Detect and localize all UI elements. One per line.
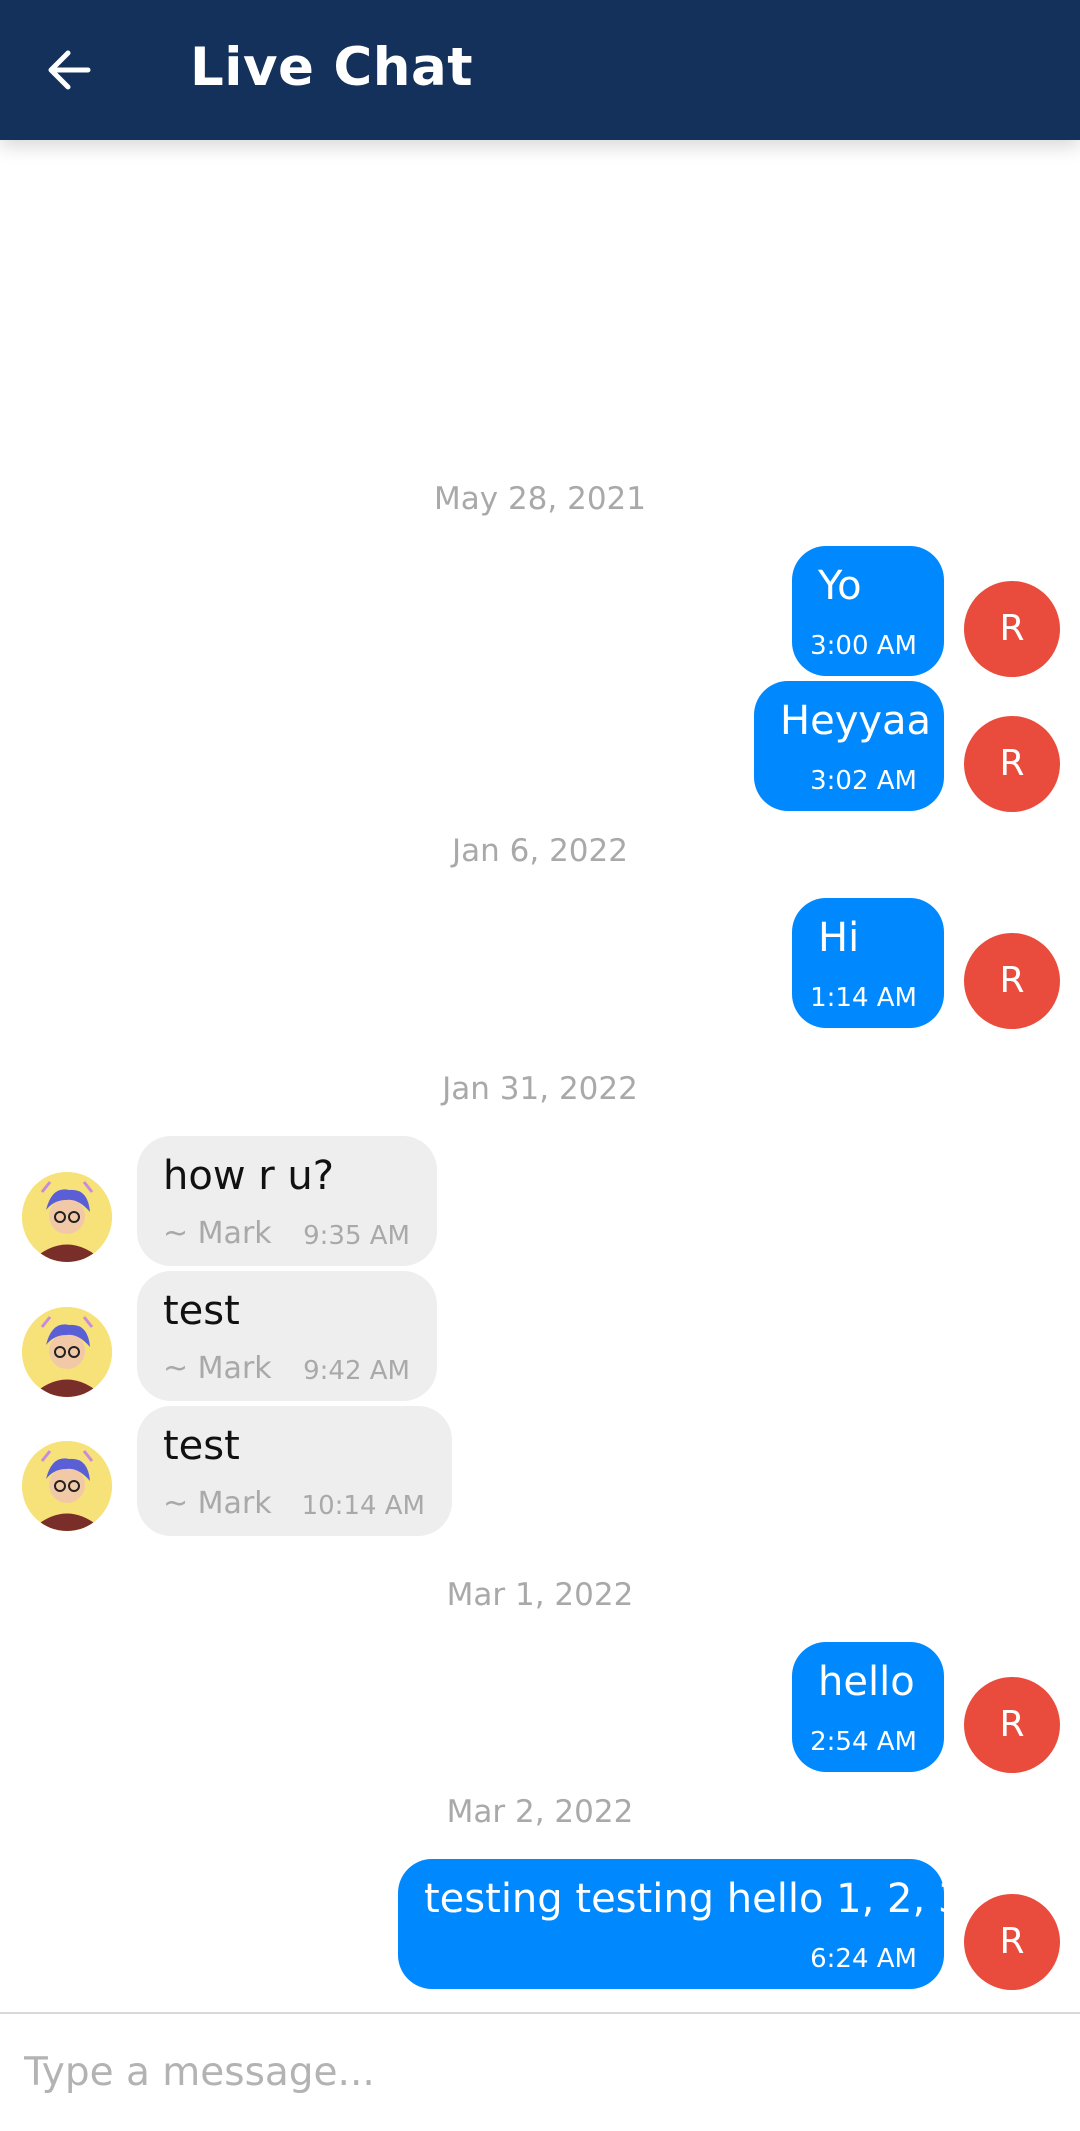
date-separator: Jan 31, 2022 [442, 1071, 638, 1107]
date-separator: Jan 6, 2022 [452, 833, 628, 869]
avatar[interactable]: R [964, 1894, 1060, 1990]
message-time: 10:14 AM [301, 1491, 425, 1521]
arrow-left-icon [48, 50, 91, 90]
message-input[interactable] [24, 2036, 1044, 2108]
message-bubble-outgoing[interactable]: Hi 1:14 AM [792, 898, 944, 1028]
page-title: Live Chat [190, 37, 474, 98]
avatar[interactable]: R [964, 933, 1060, 1029]
user-avatar-icon [22, 1441, 112, 1531]
message-text: Hi [818, 915, 860, 961]
message-bubble-outgoing[interactable]: hello 2:54 AM [792, 1642, 944, 1772]
message-text: testing testing hello 1, 2, 3 [424, 1876, 964, 1922]
avatar[interactable] [22, 1307, 112, 1397]
message-text: test [163, 1423, 240, 1469]
message-list[interactable]: May 28, 2021 Yo 3:00 AM R Heyyaa 3:02 AM… [0, 140, 1080, 2012]
message-time: 3:00 AM [810, 631, 917, 661]
avatar[interactable] [22, 1172, 112, 1262]
app-bar: Live Chat [0, 0, 1080, 140]
message-bubble-outgoing[interactable]: testing testing hello 1, 2, 3 6:24 AM [398, 1859, 963, 1989]
message-bubble-incoming[interactable]: test ~ Mark 9:42 AM [137, 1271, 437, 1401]
avatar[interactable] [22, 1441, 112, 1531]
message-time: 6:24 AM [810, 1944, 917, 1974]
message-text: test [163, 1288, 240, 1334]
message-bubble-incoming[interactable]: how r u? ~ Mark 9:35 AM [137, 1136, 437, 1266]
message-sender: ~ Mark [163, 1486, 272, 1521]
message-time: 9:35 AM [303, 1221, 410, 1251]
date-separator: Mar 2, 2022 [446, 1794, 634, 1830]
avatar[interactable]: R [964, 1677, 1060, 1773]
message-composer [0, 2012, 1080, 2131]
message-time: 3:02 AM [810, 766, 917, 796]
date-separator: Mar 1, 2022 [446, 1577, 634, 1613]
message-bubble-outgoing[interactable]: Yo 3:00 AM [792, 546, 944, 676]
message-bubble-outgoing[interactable]: Heyyaa 3:02 AM [754, 681, 944, 811]
message-text: how r u? [163, 1153, 334, 1199]
message-time: 9:42 AM [303, 1356, 410, 1386]
user-avatar-icon [22, 1172, 112, 1262]
message-text: Yo [818, 563, 862, 609]
message-sender: ~ Mark [163, 1351, 272, 1386]
message-text: hello [818, 1659, 915, 1705]
avatar[interactable]: R [964, 716, 1060, 812]
message-text: Heyyaa [780, 698, 932, 744]
message-bubble-incoming[interactable]: test ~ Mark 10:14 AM [137, 1406, 452, 1536]
message-time: 1:14 AM [810, 983, 917, 1013]
back-button[interactable] [36, 34, 112, 106]
avatar[interactable]: R [964, 581, 1060, 677]
message-sender: ~ Mark [163, 1216, 272, 1251]
user-avatar-icon [22, 1307, 112, 1397]
date-separator: May 28, 2021 [434, 481, 646, 517]
message-time: 2:54 AM [810, 1727, 917, 1757]
